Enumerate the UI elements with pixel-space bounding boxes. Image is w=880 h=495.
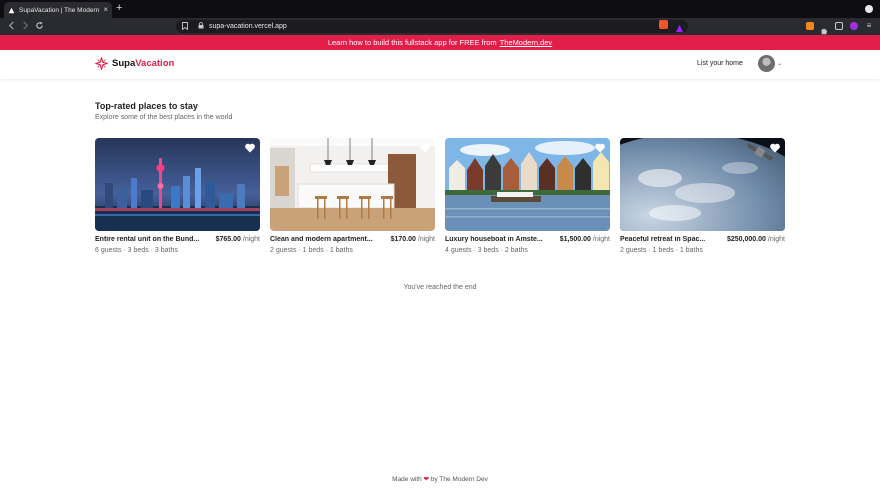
listing-price: $1,500.00 [559, 236, 591, 243]
menu-icon[interactable]: ≡ [865, 22, 873, 30]
address-bar[interactable]: supa-vacation.vercel.app [176, 20, 688, 33]
listing-details: 4 guests · 3 beds · 2 baths [445, 247, 528, 254]
lock-icon [198, 22, 204, 31]
listing-details: 2 guests · 1 beds · 1 baths [620, 247, 703, 254]
list-your-home-link[interactable]: List your home [697, 60, 743, 67]
footer-by: by The Modern Dev [430, 476, 488, 483]
brave-rewards-icon[interactable] [675, 20, 684, 33]
page-subtitle: Explore some of the best places in the w… [95, 114, 233, 121]
announcement-link[interactable]: TheModern.dev [500, 38, 553, 47]
heart-icon: ❤ [423, 476, 430, 483]
user-avatar[interactable] [758, 55, 775, 72]
logo-text: SupaVacation [112, 58, 174, 69]
tab-title: SupaVacation | The Modern Dev [19, 6, 100, 14]
listing-price: $765.00 [215, 236, 241, 243]
listing-price: $250,000.00 [726, 236, 766, 243]
listing-price-unit: /night [767, 236, 785, 243]
heart-favorite-icon[interactable] [594, 142, 606, 154]
back-icon[interactable] [7, 21, 16, 30]
page-title: Top-rated places to stay [95, 101, 198, 111]
listing-card[interactable]: Clean and modern apartment... $170.00 /n… [270, 138, 435, 254]
profile-dot-icon[interactable] [865, 5, 873, 13]
app-header: SupaVacation List your home ⌄ [0, 50, 880, 79]
listing-photo[interactable] [95, 138, 260, 231]
footer-made-with: Made with [392, 476, 422, 483]
logo-text-part1: Supa [112, 58, 136, 69]
profile-avatar-icon[interactable] [850, 22, 858, 30]
end-of-list-message: You've reached the end [403, 284, 477, 291]
heart-favorite-icon[interactable] [244, 142, 256, 154]
listing-title[interactable]: Luxury houseboat in Amste... [445, 236, 543, 243]
url-text: supa-vacation.vercel.app [209, 23, 287, 30]
listing-photo[interactable] [620, 138, 785, 231]
listing-price: $170.00 [390, 236, 416, 243]
browser-tab-bar: SupaVacation | The Modern Dev × + [0, 0, 880, 18]
new-tab-button[interactable]: + [116, 3, 122, 14]
footer: Made with ❤ by The Modern Dev [0, 475, 880, 483]
tab-favicon-icon [8, 7, 15, 14]
listing-card[interactable]: Peaceful retreat in Spac... $250,000.00 … [620, 138, 785, 254]
listing-details: 2 guests · 1 beds · 1 baths [270, 247, 353, 254]
heart-favorite-icon[interactable] [419, 142, 431, 154]
listing-title[interactable]: Peaceful retreat in Spac... [620, 236, 705, 243]
heart-favorite-icon[interactable] [769, 142, 781, 154]
tab-close-icon[interactable]: × [103, 6, 108, 14]
listing-card[interactable]: Entire rental unit on the Bund... $765.0… [95, 138, 260, 254]
browser-toolbar: supa-vacation.vercel.app ≡ [0, 18, 880, 35]
sparkle-logo-icon [95, 57, 108, 70]
logo-text-part2: Vacation [135, 58, 175, 69]
extensions-icon[interactable] [820, 22, 828, 35]
listing-card[interactable]: Luxury houseboat in Amste... $1,500.00 /… [445, 138, 610, 254]
announcement-text: Learn how to build this fullstack app fo… [327, 38, 497, 47]
listing-price-unit: /night [592, 236, 610, 243]
chevron-down-icon[interactable]: ⌄ [777, 60, 782, 67]
listing-title[interactable]: Clean and modern apartment... [270, 236, 373, 243]
browser-tab[interactable]: SupaVacation | The Modern Dev × [4, 2, 112, 18]
listing-details: 6 guests · 3 beds · 3 baths [95, 247, 178, 254]
announcement-bar: Learn how to build this fullstack app fo… [0, 35, 880, 50]
listing-price-unit: /night [242, 236, 260, 243]
reload-icon[interactable] [35, 21, 44, 30]
listing-price-unit: /night [417, 236, 435, 243]
bookmark-icon[interactable] [182, 21, 188, 32]
listing-photo[interactable] [270, 138, 435, 231]
listing-photo[interactable] [445, 138, 610, 231]
listing-title[interactable]: Entire rental unit on the Bund... [95, 236, 199, 243]
forward-icon[interactable] [21, 21, 30, 30]
sidebar-toggle-icon[interactable] [835, 22, 843, 30]
brave-shield-icon[interactable] [659, 20, 668, 29]
metamask-icon[interactable] [806, 22, 814, 30]
logo[interactable]: SupaVacation [95, 57, 174, 70]
